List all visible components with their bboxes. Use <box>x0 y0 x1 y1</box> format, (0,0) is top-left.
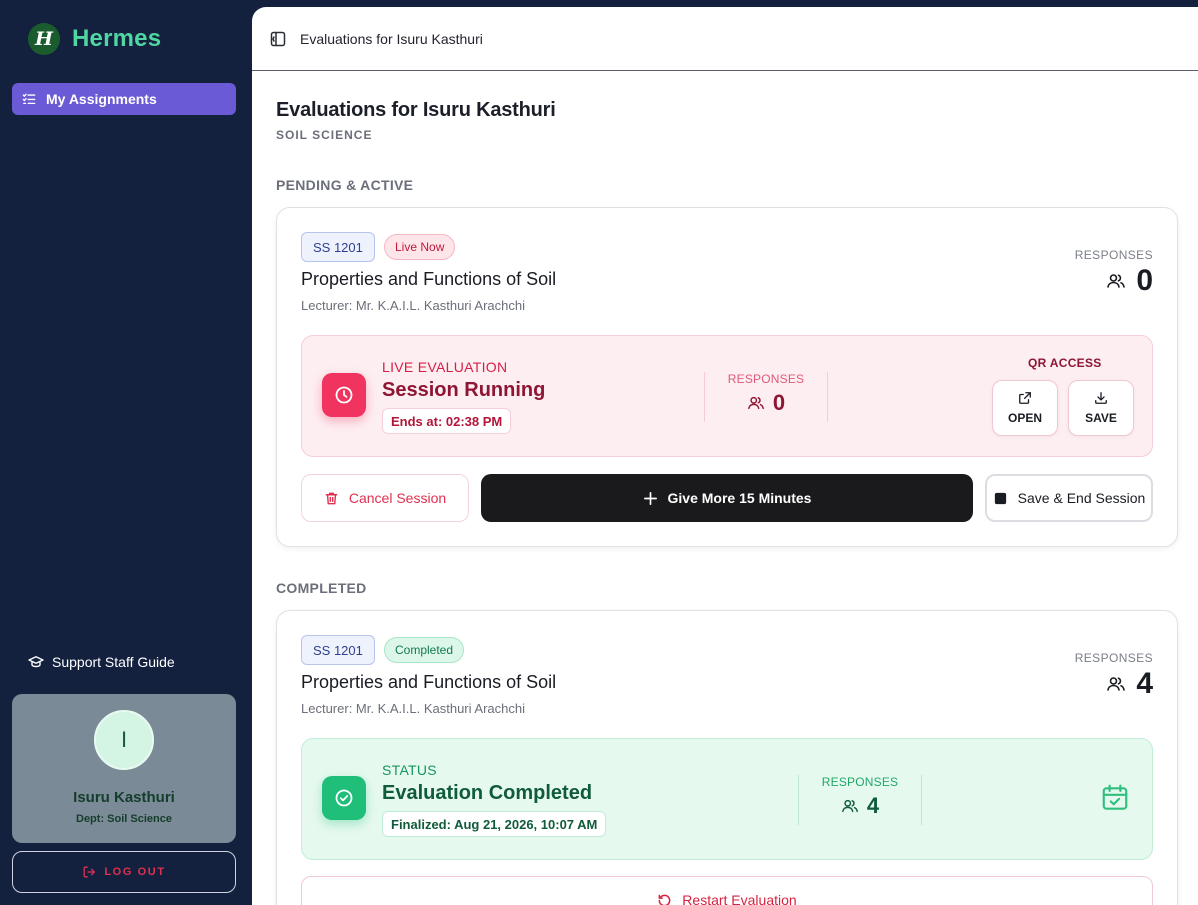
responses-summary: RESPONSES 0 <box>1075 248 1153 296</box>
users-icon <box>841 799 858 813</box>
panel-responses-label: RESPONSES <box>821 775 899 789</box>
external-link-icon <box>1019 392 1031 404</box>
page-subtitle: SOIL SCIENCE <box>276 128 373 142</box>
panel-heading: Evaluation Completed <box>382 782 593 804</box>
sidebar-item-label: My Assignments <box>46 91 157 107</box>
plus-icon <box>643 491 657 505</box>
course-title: Properties and Functions of Soil <box>301 269 557 289</box>
responses-summary: RESPONSES 4 <box>1075 651 1153 699</box>
profile-name: Isuru Kasthuri <box>73 789 175 806</box>
responses-label: RESPONSES <box>1074 651 1153 665</box>
status-badge: Live Now <box>384 234 456 260</box>
graduation-cap-icon <box>28 656 44 668</box>
course-code-badge: SS 1201 <box>301 635 375 665</box>
topbar: Evaluations for Isuru Kasthuri <box>252 7 1198 71</box>
profile-dept: Dept: Soil Science <box>76 813 172 825</box>
save-end-session-label: Save & End Session <box>1017 490 1146 506</box>
restart-evaluation-label: Restart Evaluation <box>682 892 797 905</box>
restart-icon <box>658 894 671 905</box>
cancel-session-button[interactable]: Cancel Session <box>301 474 469 522</box>
panel-heading: Session Running <box>382 379 546 401</box>
active-evaluation-card: SS 1201 Live Now Properties and Function… <box>276 207 1178 547</box>
save-end-session-button[interactable]: Save & End Session <box>985 474 1153 522</box>
course-code-badge: SS 1201 <box>301 232 375 262</box>
logout-button[interactable]: LOG OUT <box>12 851 236 893</box>
live-evaluation-panel: LIVE EVALUATION Session Running Ends at:… <box>301 335 1153 457</box>
logout-icon <box>83 866 96 878</box>
panel-responses: RESPONSES 0 <box>704 372 828 416</box>
sidebar: H Hermes My Assignments Support Staff Gu… <box>0 0 252 905</box>
trash-icon <box>325 492 338 504</box>
course-title: Properties and Functions of Soil <box>301 672 557 692</box>
page-title: Evaluations for Isuru Kasthuri <box>276 99 556 121</box>
support-staff-guide-label: Support Staff Guide <box>52 654 175 670</box>
clock-icon-tile <box>322 373 366 417</box>
main-content: Evaluations for Isuru Kasthuri Evaluatio… <box>252 7 1198 905</box>
check-icon-tile <box>322 776 366 820</box>
responses-label: RESPONSES <box>1074 248 1153 262</box>
lecturer-name: Lecturer: Mr. K.A.I.L. Kasthuri Arachchi <box>301 298 525 313</box>
divider <box>921 775 922 825</box>
finalized-time: Finalized: Aug 21, 2026, 10:07 AM <box>382 811 607 837</box>
checklist-icon <box>22 93 36 105</box>
status-badge: Completed <box>384 637 465 663</box>
users-icon <box>1107 677 1126 691</box>
qr-open-label: OPEN <box>1007 411 1042 425</box>
completed-status-panel: STATUS Evaluation Completed Finalized: A… <box>301 738 1153 860</box>
sidebar-item-my-assignments[interactable]: My Assignments <box>12 83 236 115</box>
panel-kicker: STATUS <box>382 762 437 778</box>
panel-responses-count: 0 <box>772 390 786 415</box>
divider <box>827 372 828 422</box>
qr-save-label: SAVE <box>1085 411 1117 425</box>
responses-count: 0 <box>1136 264 1153 297</box>
calendar-check-icon <box>1102 784 1128 810</box>
section-completed-label: COMPLETED <box>276 580 367 596</box>
logout-label: LOG OUT <box>104 866 166 878</box>
cancel-session-label: Cancel Session <box>348 490 447 506</box>
check-circle-icon <box>335 789 353 807</box>
users-icon <box>1107 274 1126 288</box>
panel-kicker: LIVE EVALUATION <box>382 359 508 375</box>
download-icon <box>1095 392 1107 404</box>
session-end-time: Ends at: 02:38 PM <box>382 408 512 434</box>
qr-open-button[interactable]: OPEN <box>992 380 1058 436</box>
qr-save-button[interactable]: SAVE <box>1068 380 1134 436</box>
panel-responses-label: RESPONSES <box>727 372 805 386</box>
responses-count: 4 <box>1136 667 1153 700</box>
support-staff-guide-link[interactable]: Support Staff Guide <box>28 652 175 672</box>
lecturer-name: Lecturer: Mr. K.A.I.L. Kasthuri Arachchi <box>301 701 525 716</box>
restart-evaluation-button[interactable]: Restart Evaluation <box>301 876 1153 905</box>
users-icon <box>747 396 764 410</box>
qr-access-label: QR ACCESS <box>1028 356 1102 370</box>
avatar: I <box>94 710 154 770</box>
section-pending-label: PENDING & ACTIVE <box>276 177 414 193</box>
stop-icon <box>994 492 1006 504</box>
panel-responses: RESPONSES 4 <box>798 775 922 819</box>
completed-evaluation-card: SS 1201 Completed Properties and Functio… <box>276 610 1178 905</box>
brand-name: Hermes <box>72 25 162 52</box>
give-more-time-button[interactable]: Give More 15 Minutes <box>481 474 973 522</box>
clock-icon <box>335 386 353 404</box>
hermes-logo-icon: H <box>28 23 60 55</box>
breadcrumb: Evaluations for Isuru Kasthuri <box>300 30 483 47</box>
profile-card: I Isuru Kasthuri Dept: Soil Science <box>12 694 236 843</box>
give-more-time-label: Give More 15 Minutes <box>667 490 812 506</box>
brand[interactable]: H Hermes <box>28 23 161 55</box>
panel-responses-count: 4 <box>866 793 880 818</box>
sidebar-toggle-icon[interactable] <box>270 31 286 47</box>
